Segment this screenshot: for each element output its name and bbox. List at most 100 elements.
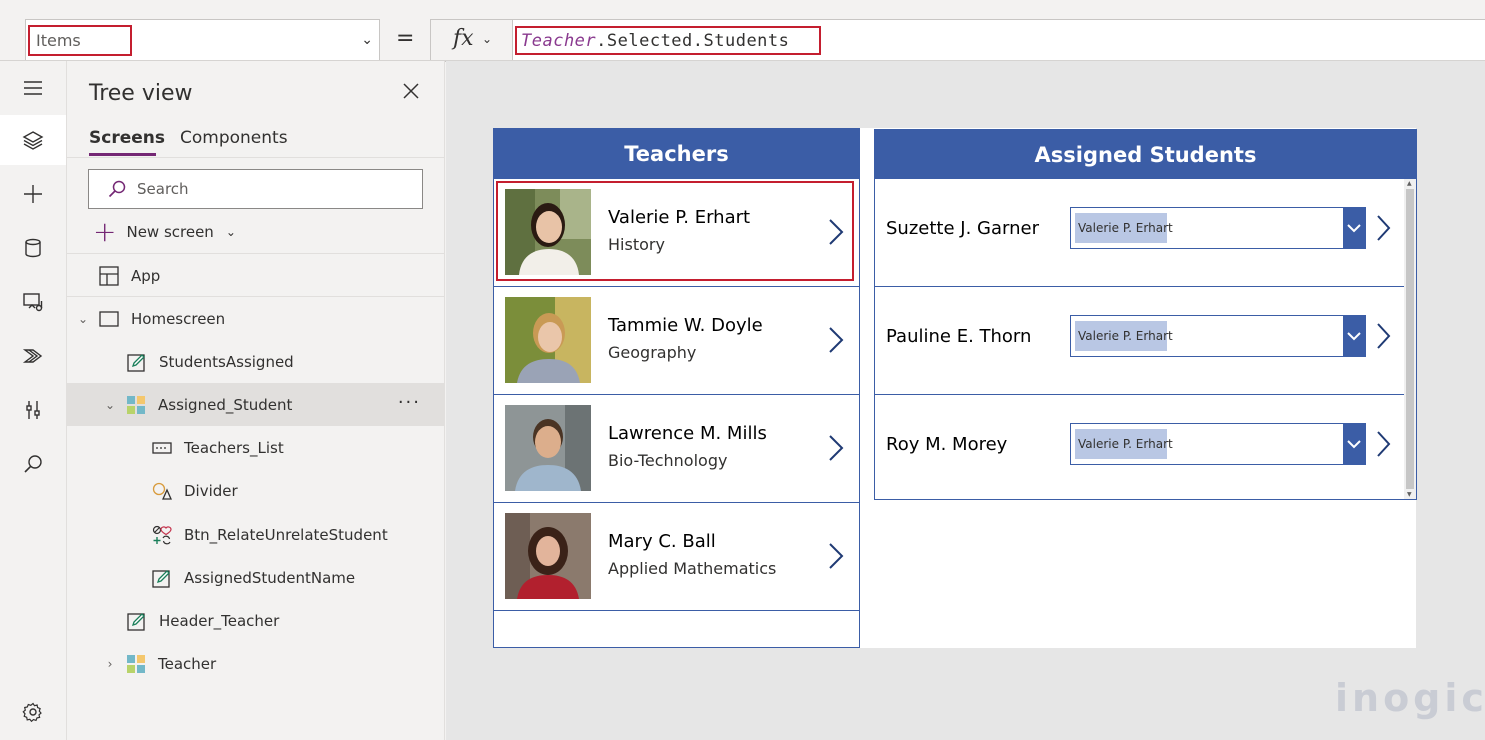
teacher-dropdown[interactable]: Valerie P. Erhart xyxy=(1070,423,1366,465)
teacher-row[interactable]: Lawrence M. Mills Bio-Technology xyxy=(494,395,859,503)
close-icon[interactable] xyxy=(401,81,421,101)
chevron-down-icon[interactable]: ⌄ xyxy=(100,398,120,412)
chevron-down-icon: ⌄ xyxy=(225,225,236,239)
dropdown-button[interactable] xyxy=(1343,316,1365,356)
gallery-scrollbar[interactable]: ▲ ▼ xyxy=(1404,179,1416,499)
teacher-name: Valerie P. Erhart xyxy=(608,207,751,228)
dropdown-button[interactable] xyxy=(1343,424,1365,464)
tree-node-teacher[interactable]: › Teacher xyxy=(67,642,445,685)
dropdown-button[interactable] xyxy=(1343,208,1365,248)
property-value: Items xyxy=(36,31,81,50)
tree-node-label: Divider xyxy=(184,481,238,500)
teacher-dropdown[interactable]: Valerie P. Erhart xyxy=(1070,207,1366,249)
student-name: Roy M. Morey xyxy=(886,434,1008,455)
tools-icon[interactable] xyxy=(0,385,66,435)
teacher-subject: History xyxy=(608,235,665,254)
tree-node-teachers-list[interactable]: Teachers_List xyxy=(67,426,445,469)
scrollbar-thumb[interactable] xyxy=(1406,189,1414,489)
teacher-photo xyxy=(505,513,591,599)
app-icon xyxy=(99,265,119,286)
tab-screens[interactable]: Screens xyxy=(89,128,165,148)
formula-bar: Items ⌄ = fx ⌄ Teacher.Selected.Students xyxy=(0,0,1485,62)
teacher-row[interactable]: Mary C. Ball Applied Mathematics xyxy=(494,503,859,611)
teacher-subject: Bio-Technology xyxy=(608,451,728,470)
fx-label: fx xyxy=(453,26,474,51)
chevron-right-icon[interactable] xyxy=(1376,321,1392,351)
media-icon[interactable] xyxy=(0,277,66,327)
teacher-photo xyxy=(505,297,591,383)
chevron-down-icon xyxy=(1347,440,1361,449)
chevron-right-icon[interactable] xyxy=(827,217,845,247)
tree-node-btn-relate[interactable]: Btn_RelateUnrelateStudent xyxy=(67,513,445,556)
chevron-right-icon[interactable] xyxy=(827,325,845,355)
tab-underline xyxy=(89,153,156,156)
tree-view-title: Tree view xyxy=(89,81,193,106)
formula-member: .Selected.Students xyxy=(596,31,790,51)
formula-input[interactable]: Teacher.Selected.Students xyxy=(512,19,1485,62)
chevron-down-icon[interactable]: ⌄ xyxy=(73,312,93,326)
teacher-dropdown[interactable]: Valerie P. Erhart xyxy=(1070,315,1366,357)
student-row[interactable]: Suzette J. Garner Valerie P. Erhart xyxy=(875,179,1404,287)
tree-node-label: Btn_RelateUnrelateStudent xyxy=(184,525,388,544)
plus-icon: + xyxy=(93,215,117,248)
gallery-icon xyxy=(126,654,146,674)
student-row[interactable]: Pauline E. Thorn Valerie P. Erhart xyxy=(875,287,1404,395)
teacher-row[interactable]: Tammie W. Doyle Geography xyxy=(494,287,859,395)
inogic-watermark: inogic xyxy=(1335,676,1485,720)
chevron-right-icon[interactable] xyxy=(827,541,845,571)
icon-set-icon xyxy=(152,525,172,545)
tree-node-header-teacher[interactable]: Header_Teacher xyxy=(67,599,445,642)
search-icon xyxy=(108,180,126,198)
chevron-right-icon[interactable] xyxy=(1376,429,1392,459)
edit-label-icon xyxy=(127,611,147,631)
tree-view-panel: Tree view Screens Components + New scree… xyxy=(67,61,445,740)
database-icon[interactable] xyxy=(0,223,66,273)
tree-node-studentsassigned[interactable]: StudentsAssigned xyxy=(67,340,445,383)
tree-node-homescreen[interactable]: ⌄ Homescreen xyxy=(67,297,445,340)
tree-search-box xyxy=(88,169,423,209)
teachers-gallery: Teachers Valerie P. Erhart History Tammi… xyxy=(493,128,860,648)
teacher-row[interactable]: Valerie P. Erhart History xyxy=(494,179,859,287)
scroll-up-icon[interactable]: ▲ xyxy=(1407,180,1412,187)
teacher-name: Mary C. Ball xyxy=(608,531,716,552)
equals-sign: = xyxy=(396,26,415,51)
dropdown-value: Valerie P. Erhart xyxy=(1075,321,1173,351)
teacher-photo xyxy=(505,189,591,275)
property-dropdown[interactable]: Items ⌄ xyxy=(25,19,380,62)
teacher-subject: Geography xyxy=(608,343,697,362)
tree-node-assignedstudentname[interactable]: AssignedStudentName xyxy=(67,556,445,599)
tree-node-app[interactable]: App xyxy=(67,254,445,297)
tab-components[interactable]: Components xyxy=(180,128,288,148)
student-name: Suzette J. Garner xyxy=(886,218,1039,239)
tree-node-assigned-student[interactable]: ⌄ Assigned_Student ··· xyxy=(67,383,445,426)
teacher-subject: Applied Mathematics xyxy=(608,559,777,578)
tree-node-label: AssignedStudentName xyxy=(184,568,356,587)
chevron-right-icon[interactable] xyxy=(1376,213,1392,243)
tree-node-label: Homescreen xyxy=(131,309,226,328)
layers-icon[interactable] xyxy=(0,115,66,165)
student-row[interactable]: Roy M. Morey Valerie P. Erhart xyxy=(875,395,1404,503)
tree-node-label: Header_Teacher xyxy=(159,611,280,630)
search-icon[interactable] xyxy=(0,439,66,489)
formula-object: Teacher xyxy=(521,31,597,51)
tree-node-divider[interactable]: Divider xyxy=(67,469,445,512)
chevron-right-icon[interactable]: › xyxy=(100,657,120,671)
tree-node-label: Teachers_List xyxy=(184,438,284,457)
tree-search-input[interactable] xyxy=(137,178,407,200)
hamburger-icon[interactable] xyxy=(0,63,66,113)
new-screen-button[interactable]: + New screen ⌄ xyxy=(93,215,236,248)
chevron-right-icon[interactable] xyxy=(827,433,845,463)
tree-node-label: StudentsAssigned xyxy=(159,352,294,371)
new-screen-label: New screen xyxy=(126,223,214,241)
shape-icon xyxy=(152,481,172,501)
chevron-down-icon xyxy=(1347,224,1361,233)
settings-icon[interactable] xyxy=(0,687,66,737)
scroll-down-icon[interactable]: ▼ xyxy=(1407,491,1412,498)
fx-button[interactable]: fx ⌄ xyxy=(430,19,512,62)
more-options-button[interactable]: ··· xyxy=(398,392,421,413)
formula-text: Teacher.Selected.Students xyxy=(521,31,789,51)
plus-icon[interactable] xyxy=(0,169,66,219)
edit-label-icon xyxy=(127,352,147,372)
tree-node-label: App xyxy=(131,266,161,285)
power-automate-icon[interactable] xyxy=(0,331,66,381)
